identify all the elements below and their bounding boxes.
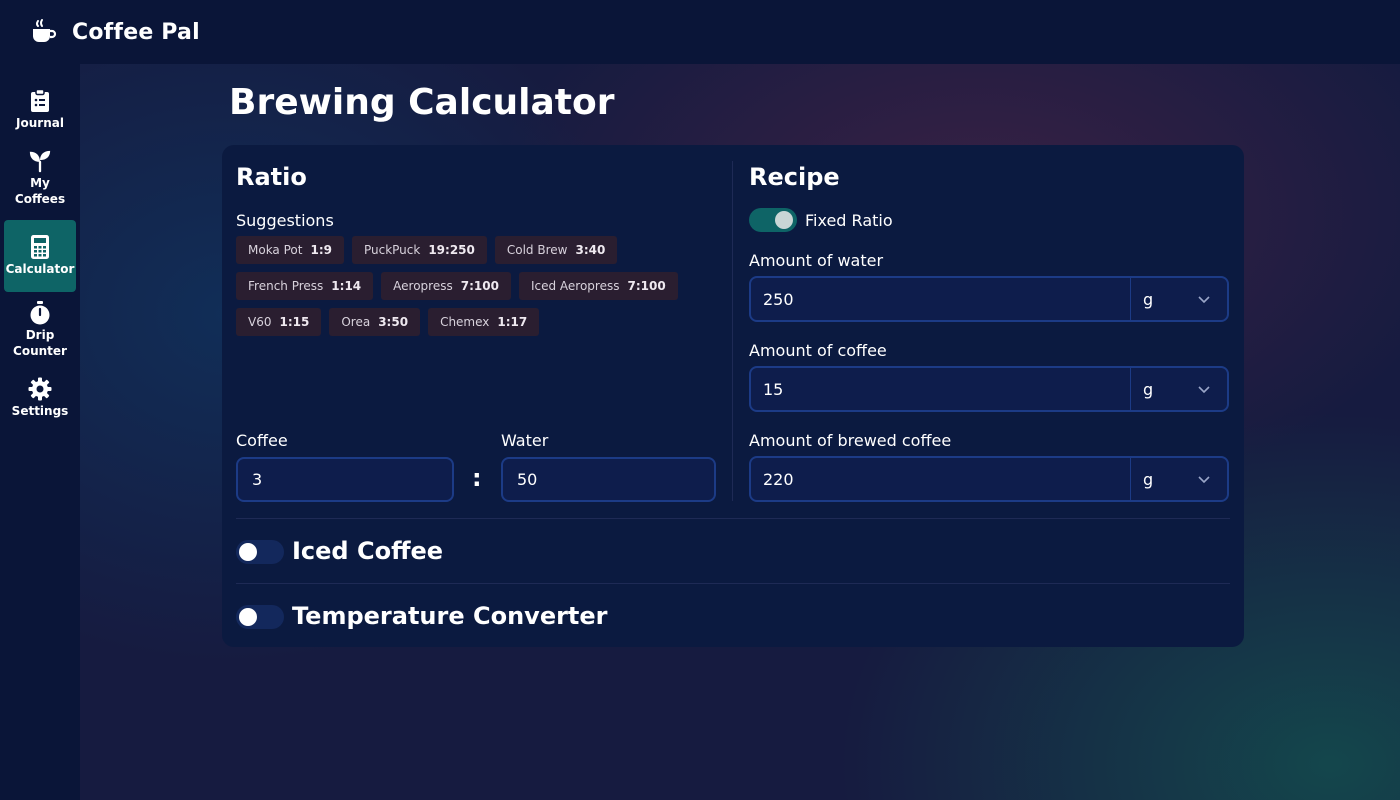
calculator-card: Ratio Suggestions Moka Pot 1:9 PuckPuck 19… (222, 145, 1244, 647)
chip-name: PuckPuck (363, 243, 421, 257)
brewed-unit-select[interactable]: g (1131, 458, 1227, 500)
sidebar-item-label: Drip Counter (13, 328, 67, 358)
sidebar-item-my-coffees[interactable]: My Coffees (4, 142, 76, 214)
ratio-panel: Ratio Suggestions Moka Pot 1:9 PuckPuck 19… (236, 145, 718, 517)
chip-name: Orea (341, 315, 371, 329)
chip-ratio: 3:40 (575, 243, 606, 257)
stopwatch-icon (28, 301, 52, 325)
chip-name: French Press (248, 279, 324, 293)
coffee-unit-value: g (1143, 379, 1154, 399)
chip-ratio: 7:100 (460, 279, 499, 293)
sidebar: Journal My Coffees Calculator Drip Count… (0, 64, 80, 800)
fixed-ratio-toggle[interactable] (749, 208, 797, 232)
chip-name: Moka Pot (248, 243, 303, 257)
chevron-down-icon (1198, 386, 1210, 394)
coffee-amount-label: Amount of coffee (749, 341, 887, 360)
coffee-amount-field: 15 g (749, 366, 1229, 412)
sidebar-item-settings[interactable]: Settings (4, 362, 76, 434)
water-amount-input[interactable]: 250 (751, 278, 1130, 320)
sprout-icon (28, 149, 52, 173)
suggestion-chip-aeropress[interactable]: Aeropress 7:100 (381, 272, 511, 300)
page-title: Brewing Calculator (229, 82, 615, 123)
suggestion-chip-french-press[interactable]: French Press 1:14 (236, 272, 374, 300)
chevron-down-icon (1198, 296, 1210, 304)
sidebar-item-journal[interactable]: Journal (4, 74, 76, 146)
sidebar-item-label: Settings (11, 404, 69, 418)
chip-name: Aeropress (393, 279, 453, 293)
gear-icon (28, 377, 52, 401)
chip-ratio: 1:14 (331, 279, 362, 293)
chip-ratio: 1:9 (310, 243, 332, 257)
coffee-unit-select[interactable]: g (1131, 368, 1227, 410)
clipboard-list-icon (28, 89, 52, 113)
temperature-converter-title: Temperature Converter (292, 602, 608, 630)
water-unit-value: g (1143, 289, 1154, 309)
column-divider (732, 161, 733, 501)
ratio-title: Ratio (236, 163, 307, 191)
chip-ratio: 7:100 (627, 279, 666, 293)
ratio-separator: : (472, 464, 482, 492)
sidebar-item-calculator[interactable]: Calculator (4, 220, 76, 292)
ratio-water-input[interactable]: 50 (501, 457, 716, 502)
suggestion-chip-chemex[interactable]: Chemex 1:17 (428, 308, 540, 336)
coffee-amount-input[interactable]: 15 (751, 368, 1130, 410)
recipe-title: Recipe (749, 163, 840, 191)
recipe-panel: Recipe Fixed Ratio Amount of water 250 g… (749, 145, 1231, 517)
chip-ratio: 3:50 (378, 315, 409, 329)
iced-coffee-toggle[interactable] (236, 540, 284, 564)
divider (236, 583, 1230, 584)
chevron-down-icon (1198, 476, 1210, 484)
ratio-coffee-label: Coffee (236, 431, 288, 450)
app-title: Coffee Pal (72, 19, 200, 45)
temperature-converter-section: Temperature Converter (236, 600, 836, 640)
chip-name: V60 (248, 315, 272, 329)
brewed-amount-field: 220 g (749, 456, 1229, 502)
calculator-icon (28, 235, 52, 259)
chip-name: Chemex (440, 315, 490, 329)
divider (236, 518, 1230, 519)
ratio-coffee-input[interactable]: 3 (236, 457, 454, 502)
coffee-cup-icon (28, 17, 58, 47)
chip-ratio: 1:17 (497, 315, 528, 329)
brewed-unit-value: g (1143, 469, 1154, 489)
water-amount-field: 250 g (749, 276, 1229, 322)
sidebar-item-label: Calculator (5, 262, 75, 276)
water-unit-select[interactable]: g (1131, 278, 1227, 320)
main-content: Brewing Calculator Ratio Suggestions Mok… (80, 64, 1400, 800)
suggestions-label: Suggestions (236, 211, 334, 230)
fixed-ratio-label: Fixed Ratio (805, 211, 893, 230)
app-bar: Coffee Pal (0, 0, 1400, 64)
suggestion-chips: Moka Pot 1:9 PuckPuck 19:250 Cold Brew 3:40… (236, 236, 716, 344)
sidebar-item-label: My Coffees (14, 176, 66, 206)
suggestion-chip-cold-brew[interactable]: Cold Brew 3:40 (494, 236, 618, 264)
brewed-amount-label: Amount of brewed coffee (749, 431, 952, 450)
ratio-water-label: Water (501, 431, 549, 450)
chip-name: Iced Aeropress (530, 279, 620, 293)
chip-ratio: 19:250 (428, 243, 475, 257)
suggestion-chip-orea[interactable]: Orea 3:50 (329, 308, 421, 336)
chip-name: Cold Brew (506, 243, 568, 257)
temperature-converter-toggle[interactable] (236, 605, 284, 629)
suggestion-chip-iced-aeropress[interactable]: Iced Aeropress 7:100 (518, 272, 678, 300)
iced-coffee-section: Iced Coffee (236, 535, 836, 575)
brewed-amount-input[interactable]: 220 (751, 458, 1130, 500)
suggestion-chip-v60[interactable]: V60 1:15 (236, 308, 322, 336)
suggestion-chip-moka-pot[interactable]: Moka Pot 1:9 (236, 236, 344, 264)
iced-coffee-title: Iced Coffee (292, 537, 444, 565)
chip-ratio: 1:15 (279, 315, 310, 329)
sidebar-item-label: Journal (16, 116, 64, 130)
suggestion-chip-puckpuck[interactable]: PuckPuck 19:250 (351, 236, 487, 264)
water-amount-label: Amount of water (749, 251, 884, 270)
sidebar-item-drip-counter[interactable]: Drip Counter (4, 294, 76, 366)
